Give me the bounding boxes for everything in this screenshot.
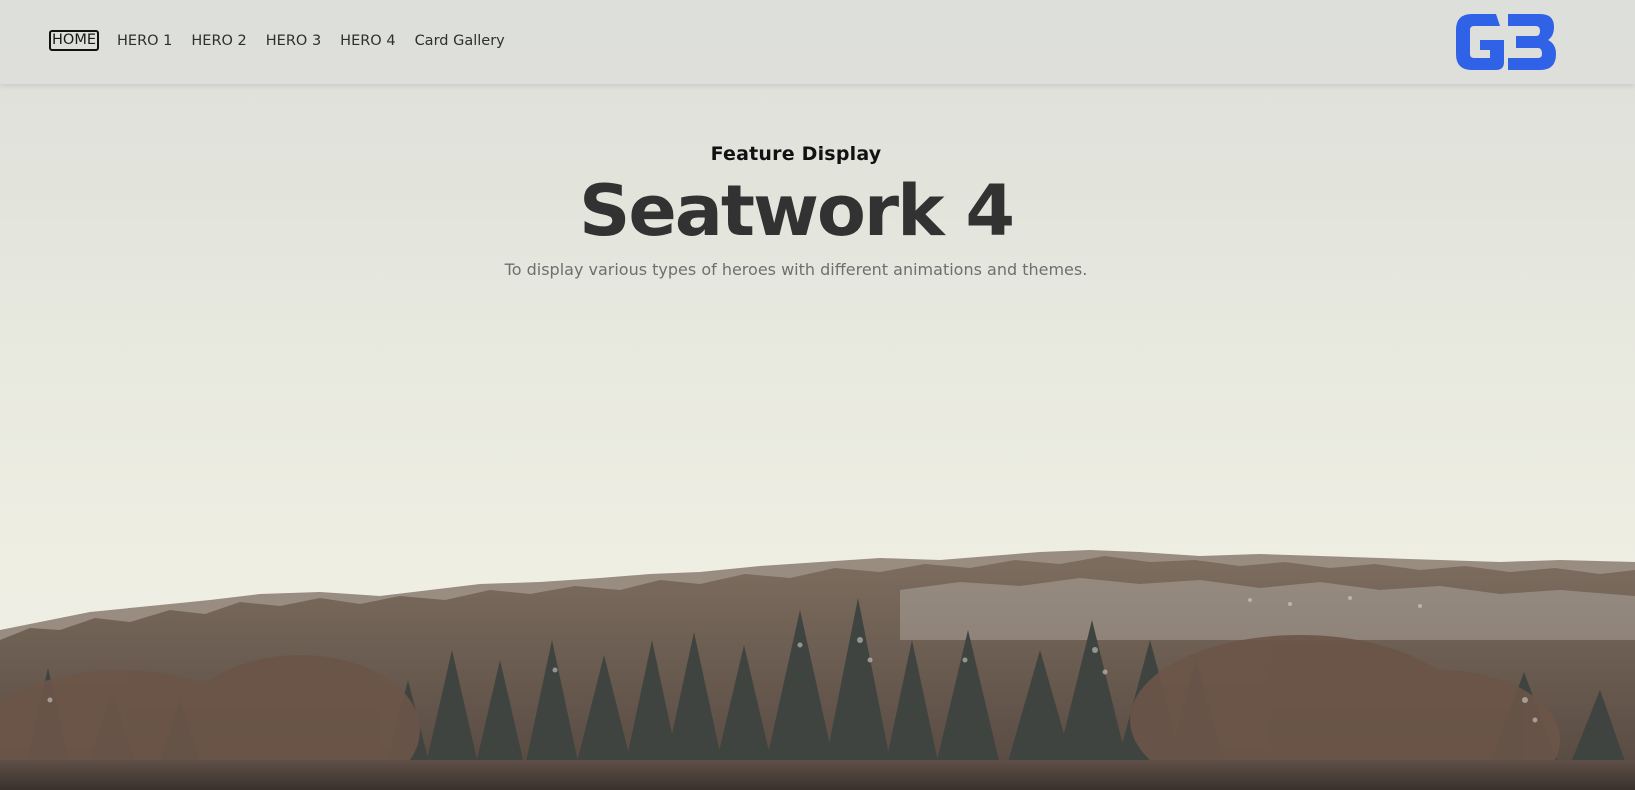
hero-subtitle: To display various types of heroes with … <box>504 260 1088 279</box>
forest-landscape <box>0 550 1635 790</box>
hero-section: Feature Display Seatwork 4 To display va… <box>0 140 1592 281</box>
nav-link-hero-2[interactable]: HERO 2 <box>190 31 247 51</box>
gb-logo-icon[interactable] <box>1452 8 1558 74</box>
top-navbar: HOME HERO 1 HERO 2 HERO 3 HERO 4 Card Ga… <box>0 0 1635 84</box>
nav-link-hero-4[interactable]: HERO 4 <box>339 31 396 51</box>
hero-title: Seatwork 4 <box>578 170 1015 252</box>
nav-links: HOME HERO 1 HERO 2 HERO 3 HERO 4 Card Ga… <box>49 30 523 51</box>
nav-link-card-gallery[interactable]: Card Gallery <box>414 31 506 51</box>
hero-background-image <box>0 0 1635 790</box>
hero-kicker: Feature Display <box>710 143 882 165</box>
nav-link-hero-3[interactable]: HERO 3 <box>265 31 322 51</box>
nav-link-home[interactable]: HOME <box>49 30 99 51</box>
nav-link-hero-1[interactable]: HERO 1 <box>116 31 173 51</box>
